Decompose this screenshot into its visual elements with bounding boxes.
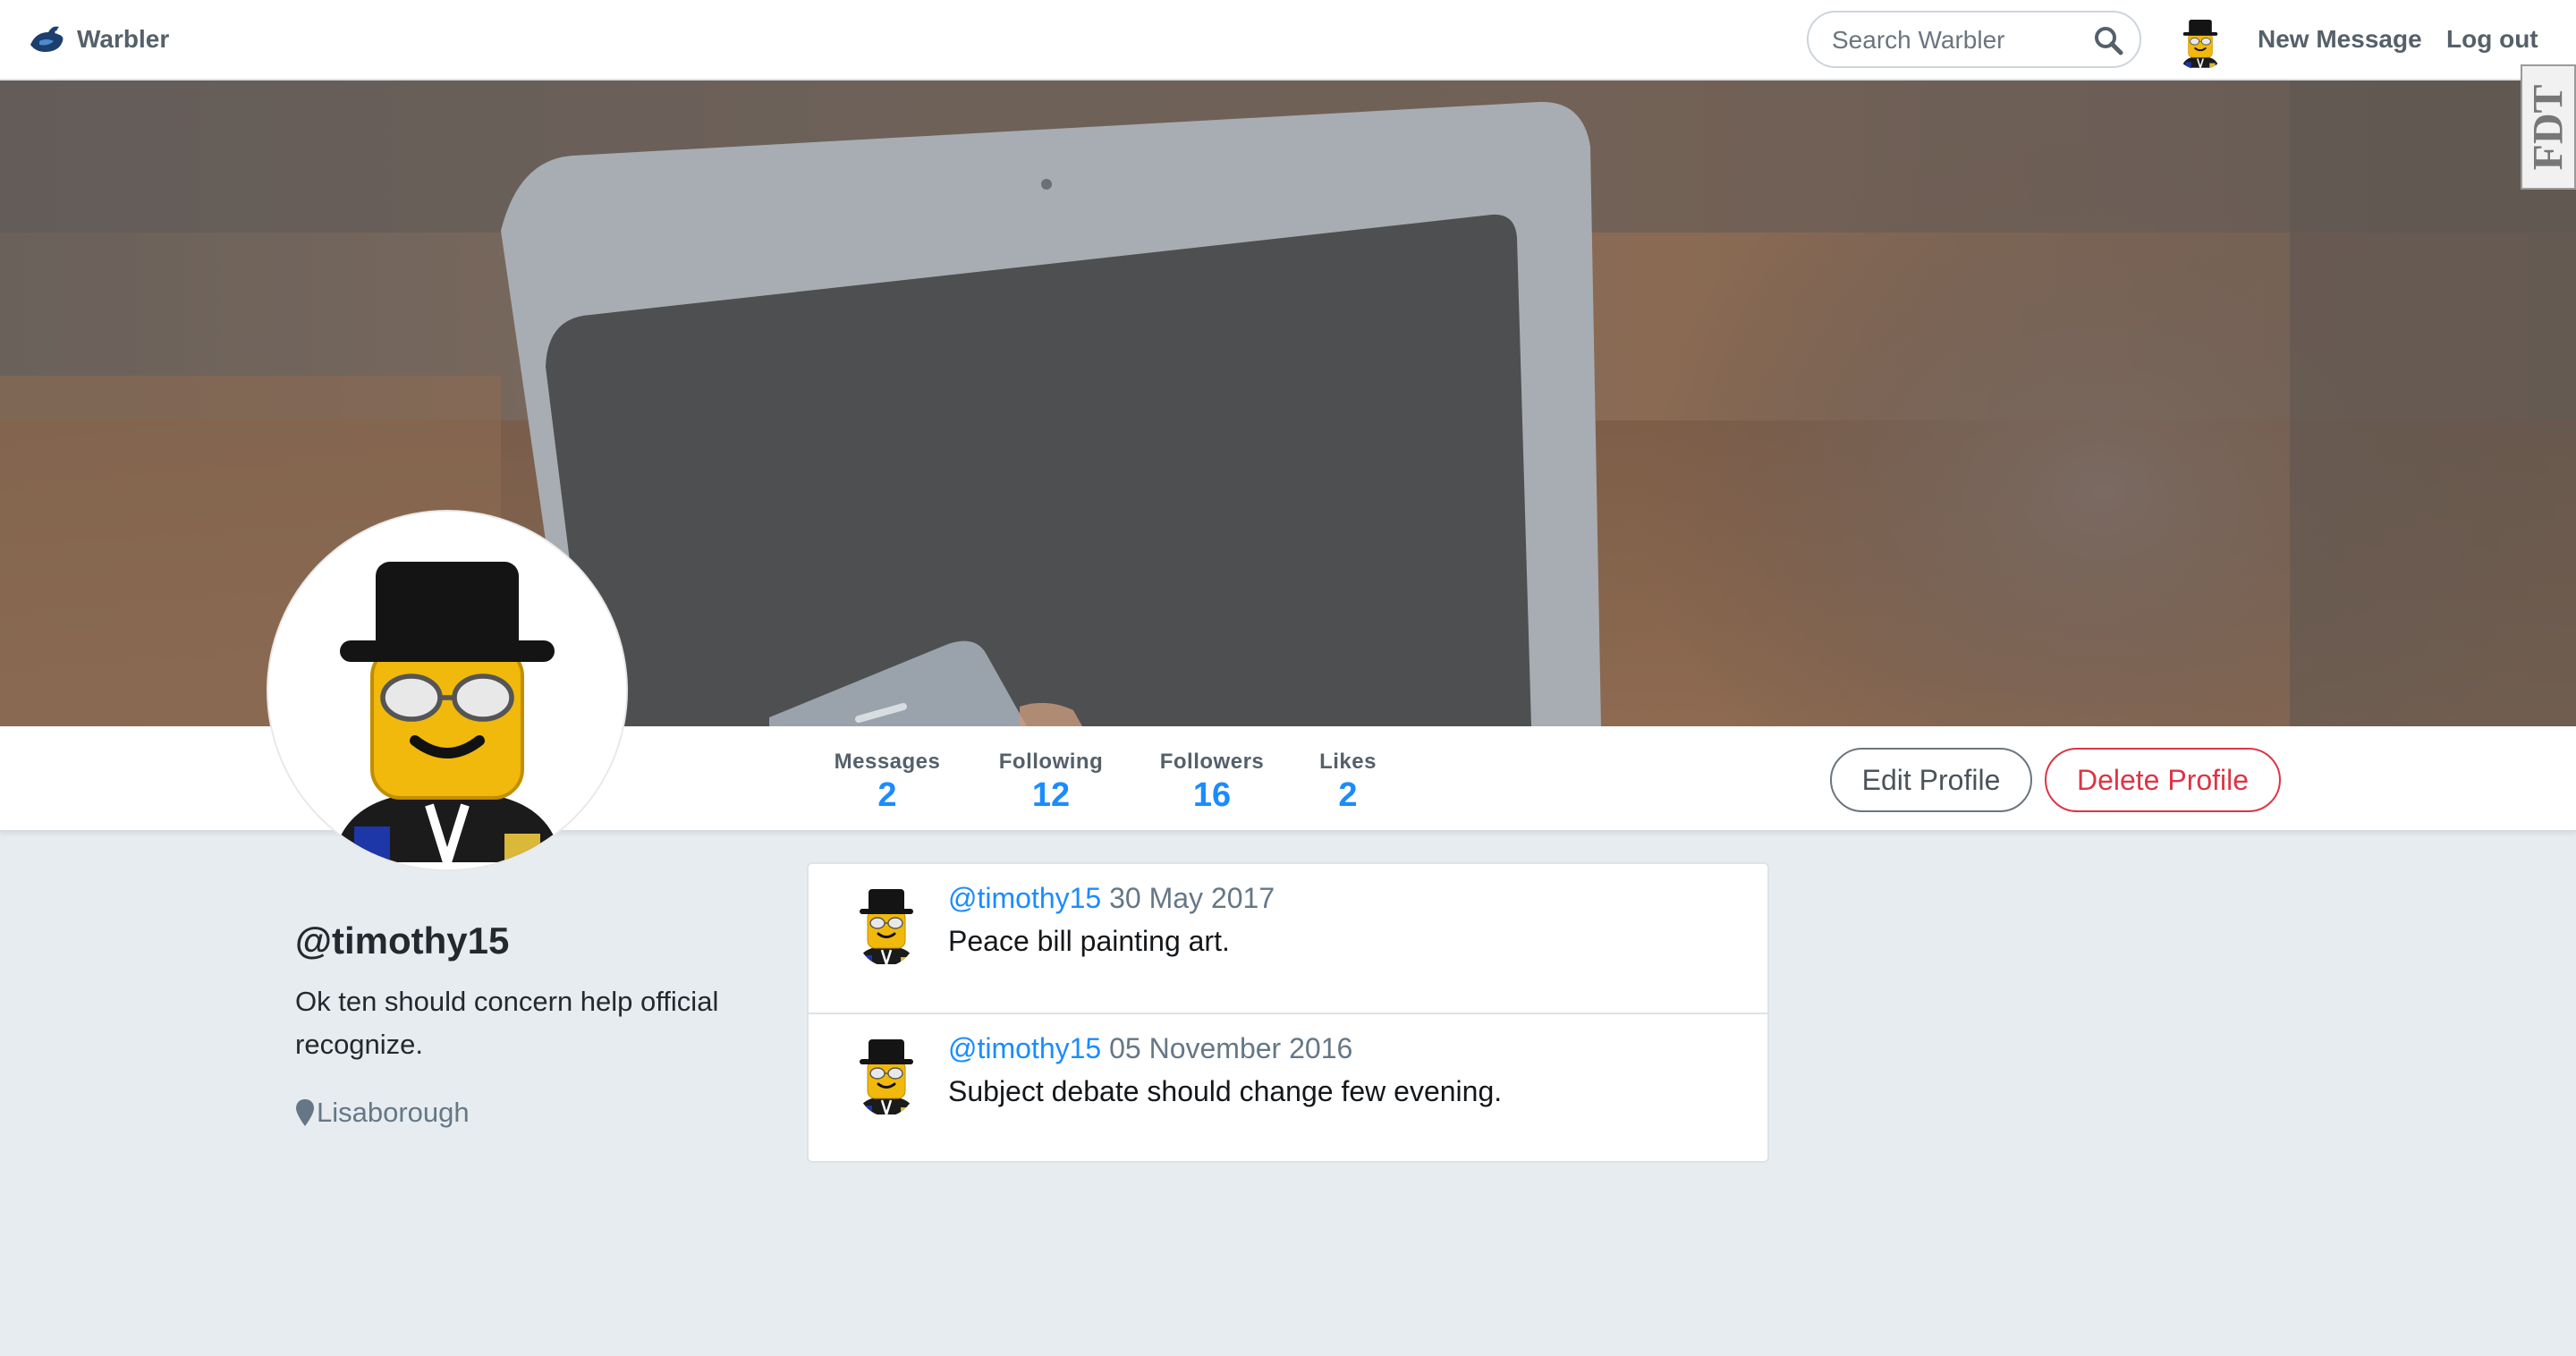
stat-value: 2 xyxy=(877,776,897,814)
brand-name: Warbler xyxy=(77,25,170,53)
message-date: 05 November 2016 xyxy=(1109,1032,1353,1064)
edit-profile-button[interactable]: Edit Profile xyxy=(1830,748,2032,812)
brand-link[interactable]: Warbler xyxy=(27,18,169,61)
location-text: Lisaborough xyxy=(317,1097,470,1128)
message-header: @timothy15 05 November 2016 xyxy=(948,1032,1352,1065)
message-item[interactable]: @timothy15 30 May 2017 Peace bill painti… xyxy=(809,864,1767,1013)
profile-username: @timothy15 xyxy=(295,920,510,962)
stat-value: 12 xyxy=(1031,776,1071,814)
edge-badge[interactable]: FDT xyxy=(2521,64,2576,190)
message-username-link[interactable]: @timothy15 xyxy=(948,882,1101,914)
stat-likes[interactable]: Likes 2 xyxy=(1317,750,1379,815)
message-item[interactable]: @timothy15 05 November 2016 Subject deba… xyxy=(809,1013,1767,1161)
edge-badge-label: FDT xyxy=(2524,84,2572,170)
search-icon[interactable] xyxy=(2093,25,2123,55)
message-avatar[interactable] xyxy=(853,877,919,966)
profile-bio: Ok ten should concern help official reco… xyxy=(295,986,719,1060)
user-avatar[interactable] xyxy=(2172,11,2229,70)
search-input[interactable] xyxy=(1830,20,2093,61)
profile-avatar xyxy=(268,512,626,869)
stat-value: 2 xyxy=(1338,776,1358,814)
stat-label: Following xyxy=(998,750,1104,774)
message-avatar[interactable] xyxy=(853,1027,919,1116)
top-navbar: Warbler New Message Log out xyxy=(0,0,2576,81)
message-text: Peace bill painting art. xyxy=(948,925,1230,957)
delete-profile-button[interactable]: Delete Profile xyxy=(2045,748,2281,812)
message-username-link[interactable]: @timothy15 xyxy=(948,1032,1101,1064)
stat-label: Followers xyxy=(1159,750,1265,774)
profile-location: Lisaborough xyxy=(295,1097,470,1129)
message-header: @timothy15 30 May 2017 xyxy=(948,882,1275,915)
stat-label: Likes xyxy=(1319,750,1377,774)
message-date: 30 May 2017 xyxy=(1109,882,1275,914)
message-text: Subject debate should change few evening… xyxy=(948,1075,1503,1107)
stat-following[interactable]: Following 12 xyxy=(996,750,1106,815)
map-pin-icon xyxy=(296,1099,314,1126)
logout-link[interactable]: Log out xyxy=(2446,25,2538,54)
bird-logo-icon xyxy=(30,26,64,52)
messages-list: @timothy15 30 May 2017 Peace bill painti… xyxy=(807,862,1769,1163)
search-box xyxy=(1807,11,2141,68)
stat-followers[interactable]: Followers 16 xyxy=(1157,750,1267,815)
stat-messages[interactable]: Messages 2 xyxy=(832,750,943,815)
stat-value: 16 xyxy=(1192,776,1232,814)
stat-label: Messages xyxy=(834,750,941,774)
new-message-link[interactable]: New Message xyxy=(2258,25,2422,54)
